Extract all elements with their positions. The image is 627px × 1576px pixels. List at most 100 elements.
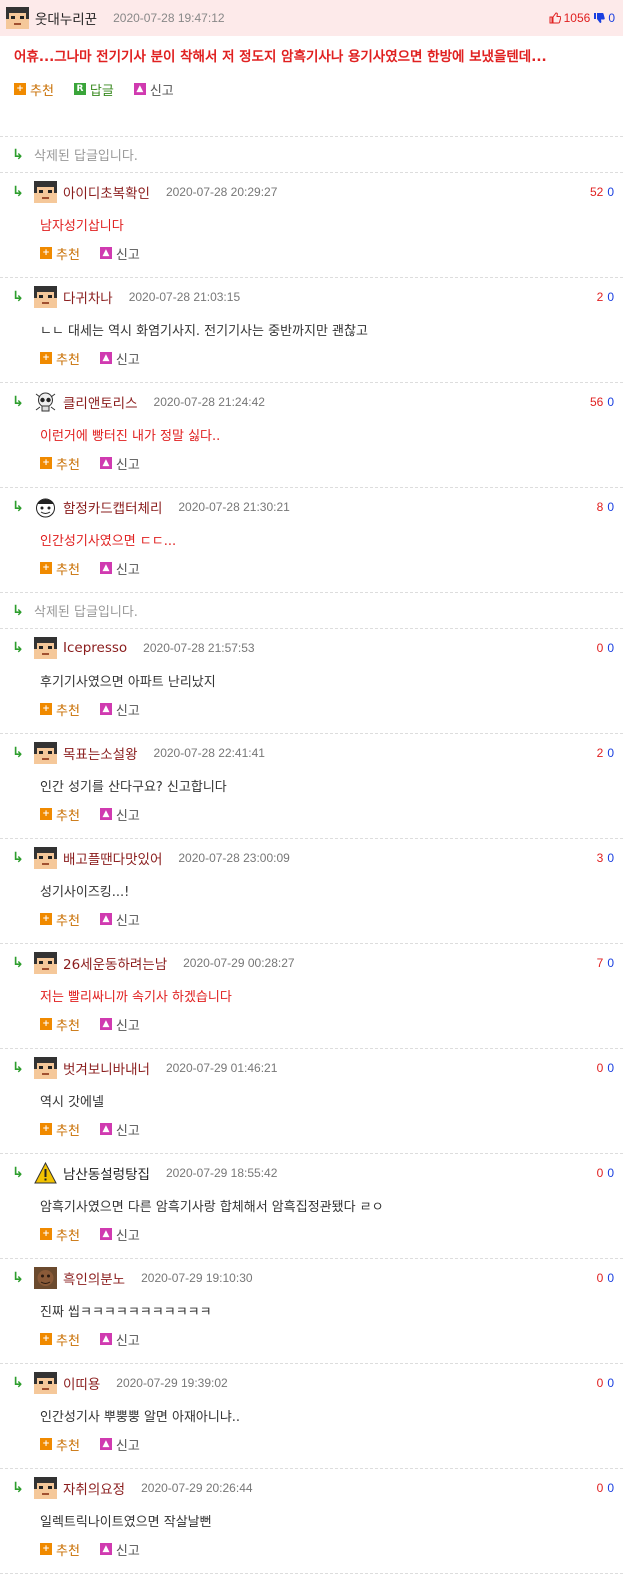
recommend-button[interactable]: + 추천 bbox=[40, 910, 80, 929]
default-avatar-icon[interactable] bbox=[34, 741, 57, 764]
default-avatar-icon[interactable] bbox=[34, 1371, 57, 1394]
reply-nick[interactable]: 흑인의분노 bbox=[63, 1268, 125, 1288]
reply-upvote-count[interactable]: 2 bbox=[597, 746, 604, 760]
reply-nick[interactable]: 자취의요정 bbox=[63, 1478, 125, 1498]
recommend-button[interactable]: + 추천 bbox=[40, 1540, 80, 1559]
recommend-button[interactable]: + 추천 bbox=[40, 244, 80, 263]
report-button[interactable]: ▲ 신고 bbox=[133, 80, 174, 99]
reply-nick[interactable]: 목표는소설왕 bbox=[63, 743, 138, 763]
report-button[interactable]: ▲ 신고 bbox=[99, 559, 140, 578]
reply-downvote-count[interactable]: 0 bbox=[607, 746, 614, 760]
recommend-button[interactable]: + 추천 bbox=[40, 1120, 80, 1139]
reply-nick[interactable]: 이띠용 bbox=[63, 1373, 100, 1393]
reply-arrow-icon: ↳ bbox=[12, 849, 24, 866]
reply-nick[interactable]: 남산동설렁탕집 bbox=[63, 1163, 150, 1183]
reply-upvote-count[interactable]: 0 bbox=[597, 1481, 604, 1495]
skull-avatar-icon[interactable] bbox=[34, 390, 57, 413]
reply-body: 인간성기사였으면 ㄷㄷ... bbox=[40, 533, 177, 549]
reply-nick[interactable]: 26세운동하려는남 bbox=[63, 953, 167, 973]
plus-icon: + bbox=[40, 562, 52, 574]
recommend-button[interactable]: + 추천 bbox=[14, 80, 54, 99]
reply-nick[interactable]: 다귀차나 bbox=[63, 287, 113, 307]
default-avatar-icon[interactable] bbox=[34, 1056, 57, 1079]
reply-date: 2020-07-29 19:39:02 bbox=[116, 1375, 228, 1390]
plus-icon: + bbox=[40, 247, 52, 259]
reply-upvote-count[interactable]: 3 bbox=[597, 851, 604, 865]
report-button[interactable]: ▲ 신고 bbox=[99, 1435, 140, 1454]
report-button[interactable]: ▲ 신고 bbox=[99, 700, 140, 719]
reply-downvote-count[interactable]: 0 bbox=[607, 1166, 614, 1180]
reply-nick[interactable]: 클리앤토리스 bbox=[63, 392, 138, 412]
cartoon-face-avatar-icon[interactable] bbox=[34, 495, 57, 518]
reply-item: ↳ 26세운동하려는남 2020-07-29 00:28:27 7 0 저는 빨… bbox=[0, 944, 623, 1049]
report-button[interactable]: ▲ 신고 bbox=[99, 1330, 140, 1349]
reply-downvote-count[interactable]: 0 bbox=[607, 1376, 614, 1390]
reply-downvote-count[interactable]: 0 bbox=[607, 500, 614, 514]
default-avatar-icon[interactable] bbox=[34, 1476, 57, 1499]
reply-date: 2020-07-28 21:57:53 bbox=[143, 640, 255, 655]
reply-actions: + 추천 ▲ 신고 bbox=[0, 1433, 623, 1455]
reply-downvote-count[interactable]: 0 bbox=[607, 1481, 614, 1495]
report-button[interactable]: ▲ 신고 bbox=[99, 1015, 140, 1034]
reply-nick[interactable]: 배고플땐다맛있어 bbox=[63, 848, 162, 868]
reply-upvote-count[interactable]: 0 bbox=[597, 641, 604, 655]
report-button[interactable]: ▲ 신고 bbox=[99, 1120, 140, 1139]
reply-arrow-icon: ↳ bbox=[12, 146, 24, 163]
reply-upvote-count[interactable]: 0 bbox=[597, 1166, 604, 1180]
recommend-button[interactable]: + 추천 bbox=[40, 805, 80, 824]
recommend-button[interactable]: + 추천 bbox=[40, 454, 80, 473]
report-button[interactable]: ▲ 신고 bbox=[99, 1225, 140, 1244]
thumbs-down-icon[interactable] bbox=[593, 12, 606, 24]
report-button[interactable]: ▲ 신고 bbox=[99, 244, 140, 263]
reply-downvote-count[interactable]: 0 bbox=[607, 290, 614, 304]
default-avatar-icon[interactable] bbox=[34, 951, 57, 974]
default-avatar-icon[interactable] bbox=[34, 636, 57, 659]
reply-upvote-count[interactable]: 0 bbox=[597, 1061, 604, 1075]
reply-downvote-count[interactable]: 0 bbox=[607, 1061, 614, 1075]
report-button[interactable]: ▲ 신고 bbox=[99, 1540, 140, 1559]
reply-date: 2020-07-28 20:29:27 bbox=[165, 184, 278, 199]
photo-avatar-icon[interactable] bbox=[34, 1266, 57, 1289]
reply-nick[interactable]: 함정카드캡터체리 bbox=[63, 497, 162, 517]
report-button[interactable]: ▲ 신고 bbox=[99, 910, 140, 929]
reply-upvote-count[interactable]: 0 bbox=[597, 1376, 604, 1390]
siren-icon: ▲ bbox=[99, 703, 112, 715]
reply-upvote-count[interactable]: 7 bbox=[597, 956, 604, 970]
reply-nick[interactable]: 벗겨보니바내너 bbox=[63, 1058, 150, 1078]
report-button[interactable]: ▲ 신고 bbox=[99, 805, 140, 824]
report-button[interactable]: ▲ 신고 bbox=[99, 454, 140, 473]
best-comment-nick[interactable]: 웃대누리꾼 bbox=[35, 8, 97, 28]
reply-downvote-count[interactable]: 0 bbox=[607, 851, 614, 865]
recommend-button[interactable]: + 추천 bbox=[40, 1225, 80, 1244]
default-avatar-icon[interactable] bbox=[34, 180, 57, 203]
recommend-button[interactable]: + 추천 bbox=[40, 700, 80, 719]
recommend-button[interactable]: + 추천 bbox=[40, 1435, 80, 1454]
reply-downvote-count[interactable]: 0 bbox=[607, 641, 614, 655]
default-avatar-icon[interactable] bbox=[34, 285, 57, 308]
recommend-button[interactable]: + 추천 bbox=[40, 1015, 80, 1034]
reply-downvote-count[interactable]: 0 bbox=[607, 1271, 614, 1285]
reply-downvote-count[interactable]: 0 bbox=[607, 185, 614, 199]
recommend-button[interactable]: + 추천 bbox=[40, 349, 80, 368]
thumbs-up-icon[interactable] bbox=[549, 12, 561, 24]
reply-upvote-count[interactable]: 52 bbox=[590, 185, 603, 199]
reply-upvote-count[interactable]: 2 bbox=[597, 290, 604, 304]
reply-item: ↳ 아이디초복확인 2020-07-28 20:29:27 52 0 남자성기삽… bbox=[0, 173, 623, 278]
warning-sign-avatar-icon[interactable] bbox=[34, 1161, 57, 1184]
recommend-button[interactable]: + 추천 bbox=[40, 559, 80, 578]
reply-date: 2020-07-29 20:26:44 bbox=[141, 1480, 253, 1495]
reply-upvote-count[interactable]: 0 bbox=[597, 1271, 604, 1285]
default-avatar-icon[interactable] bbox=[34, 846, 57, 869]
reply-upvote-count[interactable]: 56 bbox=[590, 395, 603, 409]
reply-upvote-count[interactable]: 8 bbox=[597, 500, 604, 514]
best-comment-votes: 1056 0 bbox=[549, 0, 615, 36]
report-button[interactable]: ▲ 신고 bbox=[99, 349, 140, 368]
recommend-button[interactable]: + 추천 bbox=[40, 1330, 80, 1349]
siren-icon: ▲ bbox=[99, 457, 112, 469]
reply-nick[interactable]: Icepresso bbox=[63, 640, 127, 656]
reply-downvote-count[interactable]: 0 bbox=[607, 956, 614, 970]
default-avatar-icon[interactable] bbox=[6, 7, 29, 29]
reply-button[interactable]: R 답글 bbox=[73, 80, 114, 99]
reply-nick[interactable]: 아이디초복확인 bbox=[63, 182, 150, 202]
reply-downvote-count[interactable]: 0 bbox=[607, 395, 614, 409]
